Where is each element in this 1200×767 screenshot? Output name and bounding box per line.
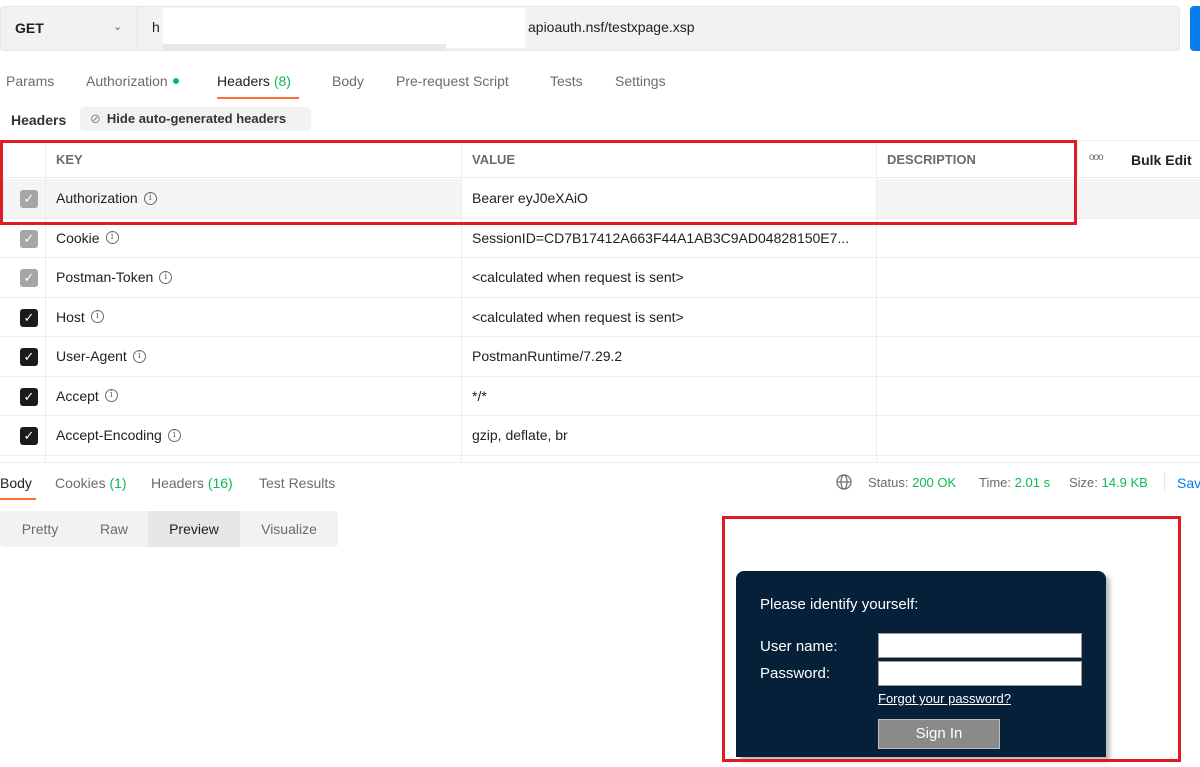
info-icon[interactable]: i	[105, 231, 119, 245]
hide-button-label: Hide auto-generated headers	[106, 111, 287, 126]
info-icon[interactable]: i	[132, 349, 146, 363]
url-input[interactable]: apioauth.nsf/testxpage.xsp	[528, 19, 695, 35]
view-raw[interactable]: Raw	[80, 511, 148, 547]
status-readout[interactable]: Status: 200 OK	[868, 475, 956, 490]
view-preview[interactable]: Preview	[148, 511, 240, 547]
cookies-label: Cookies	[55, 475, 106, 491]
info-icon[interactable]: i	[159, 270, 173, 284]
view-pretty[interactable]: Pretty	[0, 511, 80, 547]
table-row: ✓ Postman-Token i <calculated when reques…	[0, 258, 1200, 298]
key-text: Cookie	[56, 229, 100, 246]
header-value[interactable]: SessionID=CD7B17412A663F44A1AB3C9AD04828…	[472, 230, 849, 246]
tab-tests[interactable]: Tests	[550, 73, 583, 89]
info-icon[interactable]: i	[90, 310, 104, 324]
key-text: Accept	[56, 387, 99, 404]
save-response-button[interactable]: Sav	[1177, 475, 1200, 491]
view-mode-selector: Pretty Raw Preview Visualize	[0, 511, 338, 547]
tab-test-results[interactable]: Test Results	[259, 475, 335, 491]
more-options-icon[interactable]: ooo	[1089, 152, 1104, 163]
table-row: ✓ User-Agent i PostmanRuntime/7.29.2	[0, 337, 1200, 377]
header-value[interactable]: PostmanRuntime/7.29.2	[472, 348, 622, 364]
method-label: GET	[15, 20, 44, 36]
row-checkbox[interactable]: ✓	[20, 387, 38, 406]
table-row: ✓ Host i <calculated when request is sent…	[0, 298, 1200, 337]
header-value[interactable]: <calculated when request is sent>	[472, 269, 684, 285]
chevron-down-icon[interactable]: ⌄	[113, 20, 122, 33]
status-label: Status:	[868, 475, 909, 490]
row-checkbox[interactable]: ✓	[20, 348, 38, 366]
size-readout[interactable]: Size: 14.9 KB	[1069, 475, 1148, 490]
url-redaction-strip	[163, 44, 446, 51]
active-response-tab-indicator	[0, 498, 36, 500]
table-row: ✓ Accept i */*	[0, 377, 1200, 416]
size-label: Size:	[1069, 475, 1098, 490]
url-prefix[interactable]: h	[152, 19, 160, 35]
header-key: Accept-Encoding i	[56, 427, 181, 443]
headers-section-title: Headers	[11, 112, 67, 128]
tab-authorization[interactable]: Authorization	[86, 73, 179, 89]
header-key: Postman-Token i	[56, 269, 173, 285]
info-icon[interactable]: i	[167, 428, 181, 442]
tab-headers[interactable]: Headers (8)	[217, 73, 291, 89]
globe-icon[interactable]	[836, 474, 852, 490]
tab-headers-count: (8)	[273, 73, 291, 89]
row-checkbox[interactable]: ✓	[20, 229, 38, 248]
hide-auto-generated-button[interactable]: ⊘ Hide auto-generated headers	[80, 107, 311, 131]
key-text: User-Agent	[56, 348, 127, 364]
header-key: User-Agent i	[56, 348, 146, 364]
cookies-count: (1)	[109, 475, 127, 491]
time-value: 2.01 s	[1014, 475, 1051, 490]
key-text: Postman-Token	[56, 269, 154, 285]
time-readout[interactable]: Time: 2.01 s	[979, 475, 1050, 490]
status-dot-icon	[172, 78, 179, 85]
row-checkbox[interactable]: ✓	[20, 308, 38, 327]
active-tab-indicator	[217, 97, 299, 99]
header-value[interactable]: gzip, deflate, br	[472, 427, 568, 443]
pane-divider[interactable]	[0, 462, 1200, 463]
time-label: Time:	[979, 475, 1012, 490]
column-divider	[1077, 140, 1078, 178]
header-key: Host i	[56, 309, 104, 325]
size-value: 14.9 KB	[1101, 475, 1148, 490]
header-value[interactable]: */*	[472, 388, 487, 404]
row-checkbox[interactable]: ✓	[20, 269, 38, 287]
info-icon[interactable]: i	[104, 389, 118, 403]
tab-response-body[interactable]: Body	[0, 475, 32, 491]
send-button[interactable]	[1190, 6, 1200, 51]
table-row: ✓ Accept-Encoding i gzip, deflate, br	[0, 416, 1200, 456]
tab-params[interactable]: Params	[6, 73, 54, 89]
tab-settings[interactable]: Settings	[615, 73, 666, 89]
row-checkbox[interactable]: ✓	[20, 427, 38, 445]
bulk-edit-button[interactable]: Bulk Edit	[1131, 152, 1192, 168]
key-text: Host	[56, 308, 85, 325]
status-value: 200 OK	[912, 475, 957, 490]
highlight-authorization-row	[0, 140, 1077, 225]
highlight-preview	[722, 516, 1181, 762]
key-text: Accept-Encoding	[56, 427, 162, 443]
header-key: Accept i	[56, 388, 118, 404]
eye-slash-icon: ⊘	[90, 111, 101, 126]
tab-headers-label: Headers	[217, 73, 270, 89]
response-headers-label: Headers	[151, 475, 204, 491]
tab-authorization-label: Authorization	[86, 73, 168, 89]
header-value[interactable]: <calculated when request is sent>	[472, 309, 684, 325]
tab-response-headers[interactable]: Headers (16)	[151, 475, 233, 491]
tab-pre-request-script[interactable]: Pre-request Script	[396, 73, 509, 89]
tab-body[interactable]: Body	[332, 73, 364, 89]
header-key: Cookie i	[56, 230, 119, 246]
url-redaction	[163, 8, 525, 48]
tab-response-cookies[interactable]: Cookies (1)	[55, 475, 127, 491]
status-divider	[1164, 472, 1165, 492]
response-headers-count: (16)	[207, 475, 233, 491]
view-visualize[interactable]: Visualize	[240, 511, 338, 547]
